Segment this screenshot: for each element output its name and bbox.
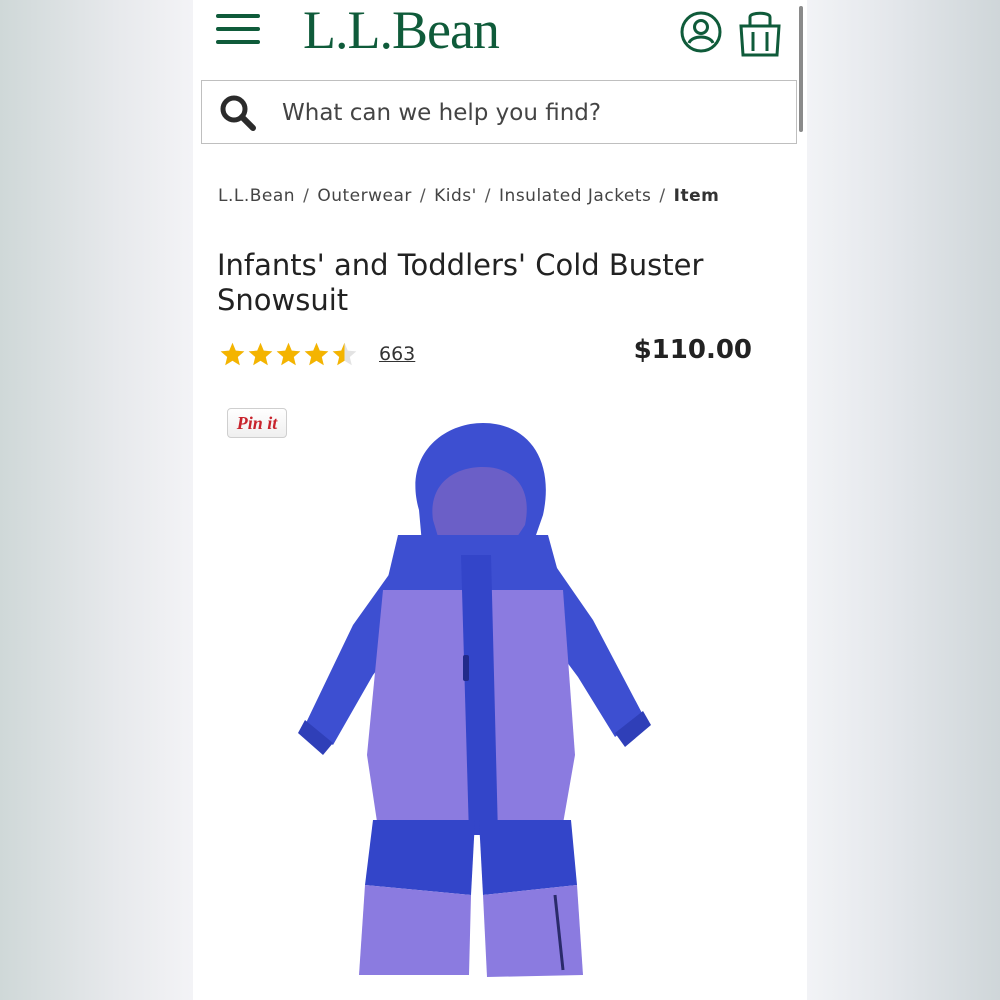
product-price: $110.00 [633,335,752,365]
star-icon [276,342,301,365]
breadcrumb-link-outerwear[interactable]: Outerwear [317,186,412,206]
breadcrumb-separator: / [419,186,427,206]
star-icon [304,342,329,365]
star-icon [332,342,357,365]
breadcrumb-separator: / [303,186,310,206]
search-icon[interactable] [218,93,258,133]
pinterest-pin-button[interactable]: Pin it [227,408,287,438]
search-bar[interactable] [201,80,797,144]
shopping-bag-icon[interactable] [737,8,783,58]
breadcrumb-separator: / [659,186,666,206]
review-count-link[interactable]: 663 [379,343,415,365]
brand-logo[interactable]: L.L.Bean [303,0,543,60]
phone-screen: L.L.Bean L.L.Bean/Outerw [193,0,807,1000]
product-image-snowsuit[interactable] [293,415,657,985]
star-icon [248,342,273,365]
product-title: Infants' and Toddlers' Cold Buster Snows… [217,248,704,317]
breadcrumb-link-home[interactable]: L.L.Bean [218,186,295,206]
breadcrumb-link-insulated-jackets[interactable]: Insulated Jackets [499,186,651,206]
breadcrumb: L.L.Bean / Outerwear / Kids' / Insulated Jacke… [218,186,798,214]
breadcrumb-link-kids[interactable]: Kids' [434,186,477,206]
right-background-margin [807,0,1000,1000]
user-account-icon[interactable] [679,10,723,54]
breadcrumb-separator: / [484,186,492,206]
breadcrumb-current: Item [673,186,720,206]
site-header: L.L.Bean [193,0,807,72]
product-rating: 663 [219,338,415,370]
hamburger-menu-icon[interactable] [216,14,260,44]
search-input[interactable] [282,93,762,133]
star-icon [220,342,245,365]
rating-stars [219,341,359,368]
left-background-margin [0,0,193,1000]
